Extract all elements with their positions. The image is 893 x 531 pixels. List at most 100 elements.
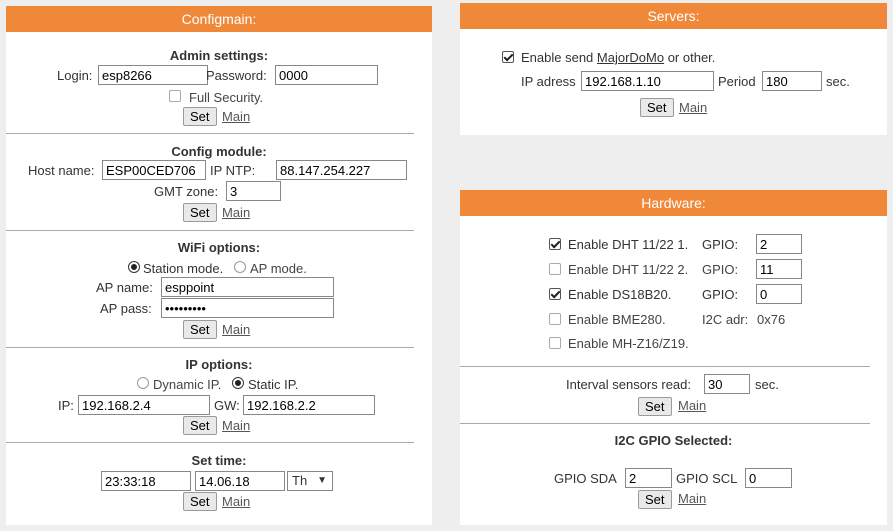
gmt-zone-label: GMT zone: <box>154 184 219 199</box>
wifi-main-link[interactable]: Main <box>222 322 250 337</box>
station-mode-radio[interactable] <box>128 261 140 273</box>
majordomo-link[interactable]: MajorDoMo <box>597 50 664 65</box>
hardware-title: Hardware: <box>460 190 887 216</box>
interval-set-button[interactable]: Set <box>638 397 672 416</box>
mhz-label: Enable MH-Z16/Z19. <box>568 336 689 351</box>
gmt-zone-input[interactable] <box>226 181 281 201</box>
enable-send-prefix: Enable send <box>521 50 597 65</box>
dht1-label: Enable DHT 11/22 1. <box>568 237 689 252</box>
configmain-panel: Configmain: Admin settings: Login: Passw… <box>6 6 432 525</box>
gpio-scl-input[interactable] <box>745 468 792 488</box>
ap-name-input[interactable] <box>161 277 334 297</box>
gpio-scl-label: GPIO SCL <box>676 471 738 486</box>
interval-main-link[interactable]: Main <box>678 398 706 413</box>
host-name-label: Host name: <box>28 163 95 178</box>
interval-sec-label: sec. <box>755 377 779 392</box>
static-ip-label: Static IP. <box>248 377 299 392</box>
period-label: Period <box>718 74 756 89</box>
ip-ntp-label: IP NTP: <box>210 163 256 178</box>
ip-label: IP: <box>58 398 74 413</box>
period-sec-label: sec. <box>826 74 850 89</box>
ds18b20-gpio-input[interactable] <box>756 284 802 304</box>
chevron-down-icon: ▼ <box>317 475 327 486</box>
dynamic-ip-radio[interactable] <box>137 377 149 389</box>
ds18b20-gpio-label: GPIO: <box>702 287 739 302</box>
bme280-checkbox[interactable] <box>549 313 561 325</box>
ap-mode-radio[interactable] <box>234 261 246 273</box>
date-input[interactable] <box>195 471 285 491</box>
mhz-checkbox[interactable] <box>549 337 561 349</box>
config-main-link[interactable]: Main <box>222 205 250 220</box>
ds18b20-label: Enable DS18B20. <box>568 287 672 302</box>
divider <box>6 133 414 134</box>
dht2-gpio-input[interactable] <box>756 259 802 279</box>
hardware-panel: Hardware: Enable DHT 11/22 1. GPIO: Enab… <box>460 190 887 525</box>
i2c-set-button[interactable]: Set <box>638 490 672 509</box>
ip-main-link[interactable]: Main <box>222 418 250 433</box>
password-label: Password: <box>206 68 267 83</box>
time-main-link[interactable]: Main <box>222 494 250 509</box>
ip-input[interactable] <box>78 395 210 415</box>
i2c-adr-value: 0x76 <box>757 312 786 327</box>
login-label: Login: <box>57 68 93 83</box>
servers-set-button[interactable]: Set <box>640 98 674 117</box>
enable-send-checkbox[interactable] <box>502 51 514 63</box>
divider <box>6 442 414 443</box>
period-input[interactable] <box>762 71 822 91</box>
i2c-gpio-heading: I2C GPIO Selected: <box>614 433 733 448</box>
servers-panel: Servers: Enable send MajorDoMo or other.… <box>460 3 887 135</box>
ip-set-button[interactable]: Set <box>183 416 217 435</box>
wifi-options-heading: WiFi options: <box>177 240 261 255</box>
config-set-button[interactable]: Set <box>183 203 217 222</box>
dht2-gpio-label: GPIO: <box>702 262 739 277</box>
i2c-adr-label: I2C adr: <box>702 312 749 327</box>
ap-mode-label: AP mode. <box>250 261 307 276</box>
servers-main-link[interactable]: Main <box>679 100 707 115</box>
enable-send-label: Enable send MajorDoMo or other. <box>521 50 715 65</box>
server-ip-input[interactable] <box>581 71 714 91</box>
day-select-value: Th <box>292 473 308 488</box>
dht1-gpio-input[interactable] <box>756 234 802 254</box>
servers-title: Servers: <box>460 3 887 29</box>
bme280-label: Enable BME280. <box>568 312 666 327</box>
set-time-heading: Set time: <box>191 453 247 468</box>
login-input[interactable] <box>98 65 208 85</box>
divider <box>6 347 414 348</box>
interval-input[interactable] <box>704 374 750 394</box>
wifi-set-button[interactable]: Set <box>183 320 217 339</box>
dht2-checkbox[interactable] <box>549 263 561 275</box>
divider <box>460 423 870 424</box>
admin-main-link[interactable]: Main <box>222 109 250 124</box>
gpio-sda-label: GPIO SDA <box>554 471 617 486</box>
password-input[interactable] <box>275 65 378 85</box>
ap-pass-input[interactable] <box>161 298 334 318</box>
i2c-main-link[interactable]: Main <box>678 491 706 506</box>
time-input[interactable] <box>101 471 191 491</box>
configmain-title: Configmain: <box>6 6 432 32</box>
ip-adress-label: IP adress <box>521 74 576 89</box>
ap-pass-label: AP pass: <box>100 301 152 316</box>
enable-send-suffix: or other. <box>664 50 716 65</box>
ds18b20-checkbox[interactable] <box>549 288 561 300</box>
gw-input[interactable] <box>243 395 375 415</box>
station-mode-label: Station mode. <box>143 261 224 276</box>
gw-label: GW: <box>214 398 240 413</box>
gpio-sda-input[interactable] <box>625 468 672 488</box>
dynamic-ip-label: Dynamic IP. <box>153 377 222 392</box>
ip-ntp-input[interactable] <box>276 160 407 180</box>
config-module-heading: Config module: <box>171 144 267 159</box>
dht1-checkbox[interactable] <box>549 238 561 250</box>
time-set-button[interactable]: Set <box>183 492 217 511</box>
dht2-label: Enable DHT 11/22 2. <box>568 262 689 277</box>
host-name-input[interactable] <box>102 160 206 180</box>
full-security-checkbox[interactable] <box>169 90 181 102</box>
admin-set-button[interactable]: Set <box>183 107 217 126</box>
full-security-label: Full Security. <box>189 90 264 105</box>
interval-label: Interval sensors read: <box>566 377 692 392</box>
ip-options-heading: IP options: <box>185 357 253 372</box>
admin-settings-heading: Admin settings: <box>169 48 269 63</box>
static-ip-radio[interactable] <box>232 377 244 389</box>
divider <box>6 230 414 231</box>
day-select[interactable]: Th ▼ <box>287 471 333 491</box>
divider <box>460 366 870 367</box>
